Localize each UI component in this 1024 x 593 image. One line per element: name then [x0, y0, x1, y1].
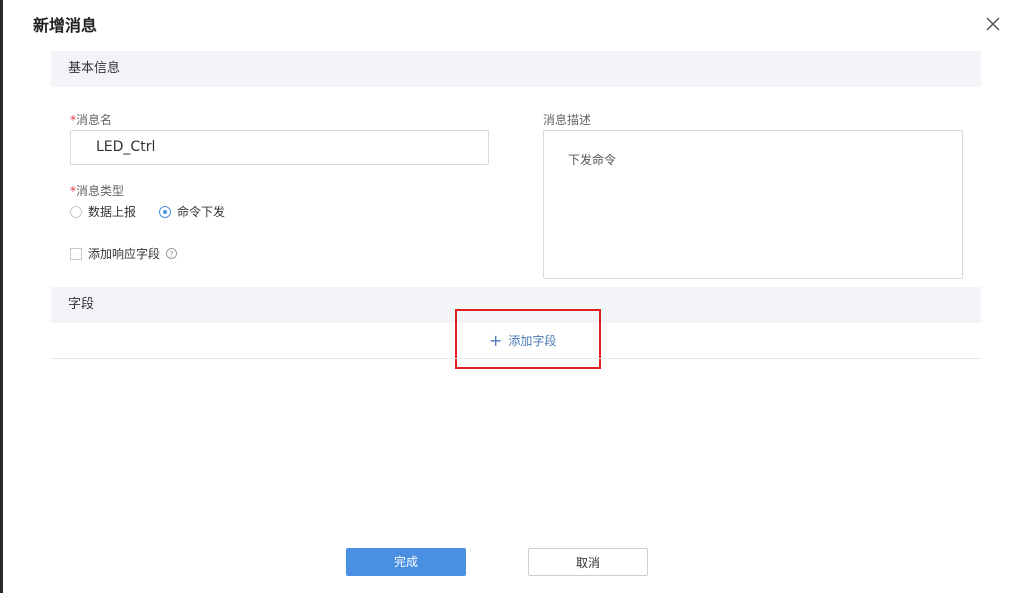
close-icon[interactable] [983, 14, 1003, 34]
message-name-label: *消息名 [70, 111, 112, 128]
radio-unchecked-icon[interactable] [70, 205, 82, 218]
message-name-input[interactable]: LED_Ctrl [70, 130, 489, 165]
description-label: 消息描述 [543, 113, 592, 127]
basic-info-section-title: 基本信息 [68, 61, 121, 76]
add-response-field-checkbox-row[interactable]: 添加响应字段 ? [70, 245, 178, 262]
message-type-label-text: 消息类型 [76, 184, 125, 198]
description-textarea[interactable]: 下发命令 [543, 130, 963, 279]
radio-command-send-label: 命令下发 [177, 205, 226, 219]
dialog-title: 新增消息 [33, 16, 98, 35]
fields-divider [51, 358, 981, 359]
radio-data-report[interactable]: 数据上报 [70, 203, 136, 220]
add-response-field-label: 添加响应字段 [88, 247, 161, 261]
radio-checked-icon[interactable] [159, 205, 171, 218]
question-circle-icon[interactable]: ? [166, 248, 178, 259]
message-name-label-text: 消息名 [76, 113, 113, 127]
cancel-button[interactable]: 取消 [528, 548, 648, 576]
fields-section-title: 字段 [68, 297, 95, 312]
message-type-label: *消息类型 [70, 182, 124, 199]
basic-info-section-header: 基本信息 [51, 51, 981, 87]
add-message-dialog: 新增消息 基本信息 *消息名 LED_Ctrl *消息类型 数据上报 命令下发 … [3, 0, 1024, 593]
radio-data-report-label: 数据上报 [88, 205, 137, 219]
checkbox-icon[interactable] [70, 247, 82, 260]
radio-command-send[interactable]: 命令下发 [159, 203, 225, 220]
finish-button[interactable]: 完成 [346, 548, 466, 576]
highlight-box [455, 309, 601, 369]
